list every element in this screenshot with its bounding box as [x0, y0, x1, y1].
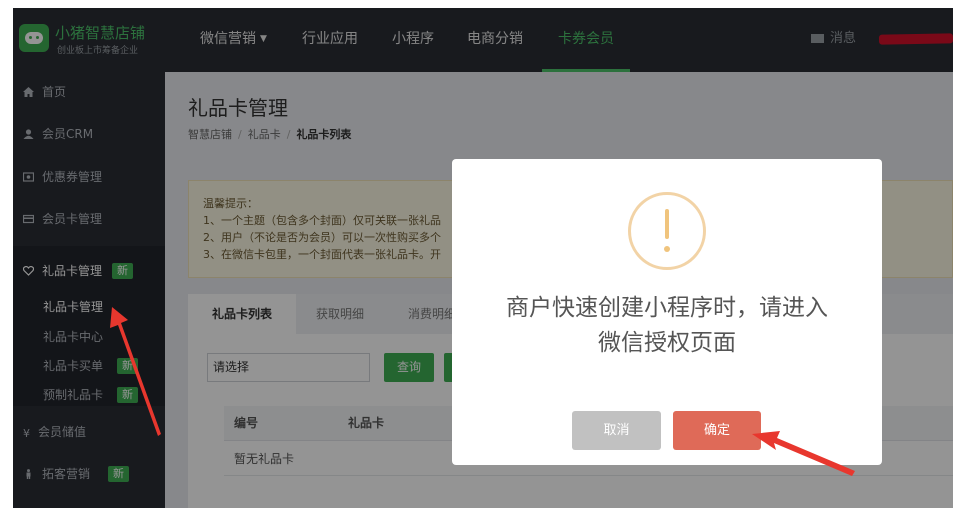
warning-icon — [628, 192, 706, 270]
confirm-button[interactable]: 确定 — [673, 411, 761, 450]
dialog-message-line: 微信授权页面 — [598, 330, 736, 356]
alert-dialog: 商户快速创建小程序时，请进入 微信授权页面 取消 确定 — [452, 159, 882, 465]
dialog-message-line: 商户快速创建小程序时，请进入 — [506, 295, 828, 321]
cancel-button[interactable]: 取消 — [572, 411, 661, 450]
dialog-message: 商户快速创建小程序时，请进入 微信授权页面 — [467, 291, 867, 361]
